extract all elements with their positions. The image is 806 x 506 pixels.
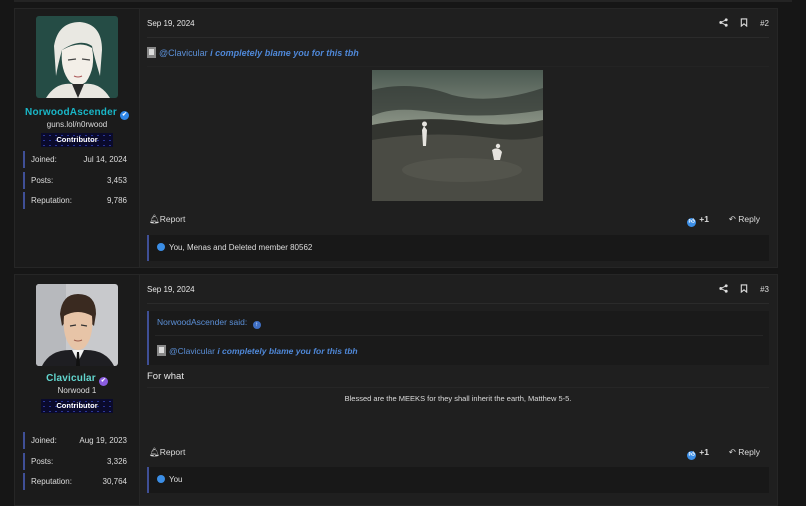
quote-author-text[interactable]: NorwoodAscender said: <box>157 317 247 327</box>
divider <box>155 335 763 336</box>
mini-avatar <box>157 345 166 356</box>
post-text: For what <box>147 371 184 382</box>
reply-arrow-icon: ↶ <box>728 447 736 457</box>
reply-button[interactable]: ↶ Reply <box>729 447 760 458</box>
stat-joined: Joined: Jul 14, 2024 <box>23 151 127 168</box>
mini-avatar <box>147 47 156 58</box>
bell-icon: 🔔︎ <box>149 447 160 457</box>
user-mention[interactable]: @Clavicular <box>169 346 215 356</box>
stat-posts: Posts: 3,453 <box>23 171 127 189</box>
post-2: NorwoodAscender ✔ guns.lol/n0rwood Contri… <box>14 8 778 268</box>
like-icon: 👍︎ <box>687 451 697 460</box>
post-tools: #3 <box>709 284 769 295</box>
username-text[interactable]: NorwoodAscender <box>25 107 117 118</box>
reaction-count: +1 <box>699 214 709 224</box>
report-label: Report <box>159 214 186 224</box>
verified-badge-icon: ✔ <box>119 111 129 120</box>
like-icon: 👍︎ <box>687 218 697 227</box>
role-banner: Contributor <box>41 133 113 147</box>
reply-label: Reply <box>738 214 760 224</box>
quote-message: @Clavicular i completely blame you for t… <box>157 345 358 356</box>
share-icon[interactable] <box>718 18 728 29</box>
post-body: Sep 19, 2024 #2 @Clavicular i completely… <box>147 9 769 267</box>
username[interactable]: NorwoodAscender ✔ <box>15 107 139 120</box>
user-mention[interactable]: @Clavicular <box>159 48 208 58</box>
avatar[interactable] <box>36 16 118 98</box>
post-number[interactable]: #2 <box>760 19 769 28</box>
report-button[interactable]: 🔔︎Report <box>149 447 185 458</box>
stat-value: Aug 19, 2023 <box>79 436 127 445</box>
reactions-text: You, Menas and Deleted member 80562 <box>169 243 313 252</box>
stat-label: Joined: <box>31 155 57 164</box>
message-text: i completely blame you for this tbh <box>210 48 359 58</box>
stat-label: Reputation: <box>31 196 72 205</box>
report-button[interactable]: 🔔︎Report <box>149 214 185 225</box>
stat-posts: Posts: 3,326 <box>23 452 127 470</box>
stat-value: 3,453 <box>106 175 127 185</box>
user-title: Norwood 1 <box>57 386 97 395</box>
reaction-count: +1 <box>699 447 709 457</box>
user-title: guns.lol/n0rwood <box>46 120 108 129</box>
signature: Blessed are the MEEKS for they shall inh… <box>344 394 572 403</box>
post-3: Clavicular ✔ Norwood 1 Contributor Joined… <box>14 274 778 506</box>
stat-value: Jul 14, 2024 <box>83 155 127 164</box>
verified-badge-icon: ✔ <box>98 377 108 386</box>
share-icon[interactable] <box>718 284 728 295</box>
stat-label: Posts: <box>31 175 54 185</box>
user-stats: Joined: Aug 19, 2023 Posts: 3,326 Reputati… <box>23 432 127 494</box>
top-divider <box>14 0 792 2</box>
post-gif[interactable] <box>372 70 543 201</box>
stat-joined: Joined: Aug 19, 2023 <box>23 432 127 449</box>
signature-divider <box>147 387 769 388</box>
post-body: Sep 19, 2024 #3 NorwoodAscender said: ↑ … <box>147 275 769 505</box>
user-stats: Joined: Jul 14, 2024 Posts: 3,453 Reputati… <box>23 151 127 213</box>
username-text[interactable]: Clavicular <box>46 373 96 384</box>
post-date[interactable]: Sep 19, 2024 <box>147 285 195 294</box>
quote-author[interactable]: NorwoodAscender said: ↑ <box>157 317 261 329</box>
reply-label: Reply <box>738 447 760 457</box>
divider <box>147 37 769 38</box>
reactions-text: You <box>169 475 183 484</box>
reactions-list[interactable]: You, Menas and Deleted member 80562 <box>147 235 769 261</box>
user-sidebar: NorwoodAscender ✔ guns.lol/n0rwood Contri… <box>15 9 140 267</box>
quote-block: NorwoodAscender said: ↑ @Clavicular i co… <box>147 311 769 365</box>
quote-text: i completely blame you for this tbh <box>217 346 358 356</box>
stat-value: 30,764 <box>102 477 127 486</box>
stat-value: 9,786 <box>106 196 127 205</box>
reply-button[interactable]: ↶ Reply <box>729 214 760 225</box>
reaction-button[interactable]: 👍︎ +1 <box>687 214 709 227</box>
like-icon <box>157 243 165 251</box>
post-date[interactable]: Sep 19, 2024 <box>147 19 195 28</box>
stat-label: Reputation: <box>31 477 72 486</box>
user-sidebar: Clavicular ✔ Norwood 1 Contributor Joined… <box>15 275 140 505</box>
report-label: Report <box>159 447 186 457</box>
stat-value: 3,326 <box>106 456 127 466</box>
stat-reputation: Reputation: 9,786 <box>23 192 127 209</box>
reaction-button[interactable]: 👍︎ +1 <box>687 447 709 460</box>
divider <box>147 66 769 67</box>
post-number[interactable]: #3 <box>760 285 769 294</box>
post-message: @Clavicular i completely blame you for t… <box>147 47 359 58</box>
bell-icon: 🔔︎ <box>149 214 160 224</box>
bookmark-icon[interactable] <box>740 18 748 29</box>
stat-label: Joined: <box>31 436 57 445</box>
role-banner: Contributor <box>41 399 113 413</box>
reply-arrow-icon: ↶ <box>728 214 736 224</box>
bookmark-icon[interactable] <box>740 284 748 295</box>
like-icon <box>157 475 165 483</box>
avatar[interactable] <box>36 284 118 366</box>
divider <box>147 303 769 304</box>
post-tools: #2 <box>709 18 769 29</box>
username[interactable]: Clavicular ✔ <box>15 373 139 386</box>
reactions-list[interactable]: You <box>147 467 769 493</box>
stat-reputation: Reputation: 30,764 <box>23 473 127 490</box>
quote-arrow-icon[interactable]: ↑ <box>252 321 261 329</box>
stat-label: Posts: <box>31 456 54 466</box>
